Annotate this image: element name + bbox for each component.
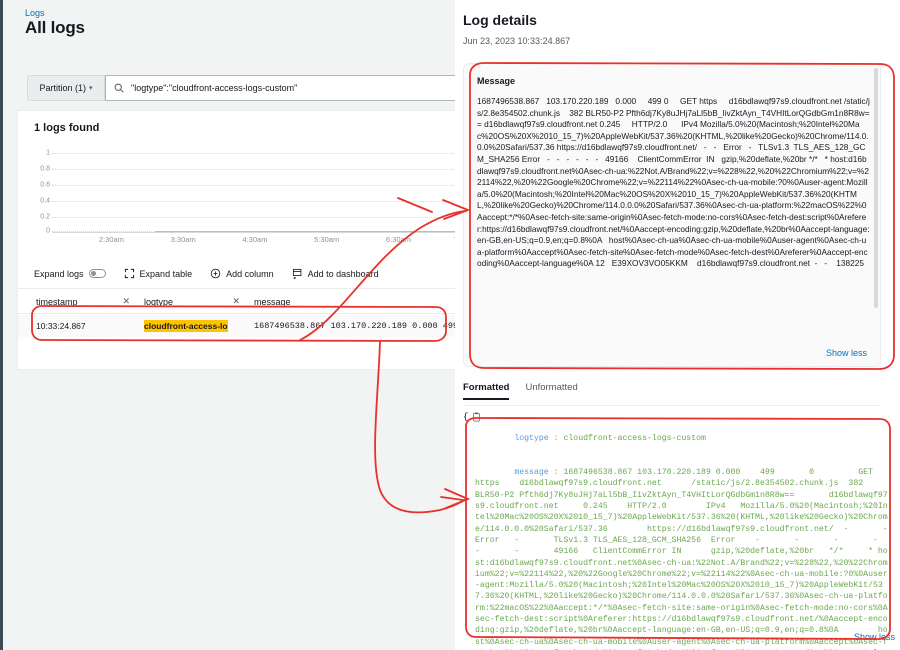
column-header-logtype[interactable]: logtype ✕ bbox=[136, 290, 246, 313]
json-open-brace: { bbox=[463, 412, 468, 422]
chart-y-axis: 1 0.8 0.6 0.4 0.2 0 bbox=[32, 149, 50, 233]
message-scrollbar-thumb[interactable] bbox=[874, 68, 878, 308]
json-value: 1687496538.867 103.170.220.189 0.000 499… bbox=[475, 468, 900, 650]
clipboard-icon[interactable] bbox=[472, 412, 481, 422]
chart-ytick: 0.4 bbox=[40, 198, 50, 205]
expand-icon bbox=[124, 268, 135, 279]
json-open-brace-row: { bbox=[463, 412, 888, 422]
details-tabs: Formatted Unformatted bbox=[463, 382, 881, 406]
chart-xtick: 2:30am bbox=[99, 235, 124, 244]
filter-bar: Partition (1) ▾ "logtype":"cloudfront-ac… bbox=[17, 75, 455, 101]
remove-column-icon[interactable]: ✕ bbox=[122, 296, 130, 307]
plus-circle-icon bbox=[210, 268, 221, 279]
page-title: All logs bbox=[25, 18, 85, 38]
logs-histogram-chart: 1 0.8 0.6 0.4 0.2 0 bbox=[32, 149, 455, 247]
message-body: 1687496538.867 103.170.220.189 0.000 499… bbox=[477, 96, 870, 270]
message-label: Message bbox=[477, 76, 515, 86]
chart-plot-area bbox=[52, 149, 455, 233]
logs-left-panel: Logs All logs Partition (1) ▾ "logtype":… bbox=[0, 0, 455, 650]
chart-xtick: 5:30am bbox=[314, 235, 339, 244]
add-column-button[interactable]: Add column bbox=[210, 268, 274, 279]
add-to-dashboard-button[interactable]: Add to dashboard bbox=[292, 268, 379, 279]
toggle-switch-icon[interactable] bbox=[89, 269, 106, 278]
chart-ytick: 1 bbox=[46, 150, 50, 157]
cell-message: 1687496538.867 103.170.220.189 0.000 499… bbox=[246, 315, 455, 337]
json-separator: : bbox=[549, 468, 564, 477]
dashboard-add-icon bbox=[292, 268, 303, 279]
chart-xtick: 6:30am bbox=[386, 235, 411, 244]
column-header-label: logtype bbox=[144, 297, 173, 307]
tab-formatted[interactable]: Formatted bbox=[463, 382, 509, 399]
search-icon bbox=[114, 83, 124, 93]
log-details-title: Log details bbox=[463, 12, 537, 28]
chart-series-line bbox=[155, 231, 456, 233]
expand-table-label: Expand table bbox=[140, 269, 193, 279]
cell-logtype: cloudfront-access-lo bbox=[136, 315, 246, 337]
log-details-timestamp: Jun 23, 2023 10:33:24.867 bbox=[463, 36, 570, 46]
chart-ytick: 0 bbox=[46, 228, 50, 235]
search-input[interactable]: "logtype":"cloudfront-access-logs-custom… bbox=[105, 75, 455, 101]
log-details-panel: Log details Jun 23, 2023 10:33:24.867 Me… bbox=[455, 0, 900, 650]
chart-x-axis-line bbox=[52, 232, 455, 233]
chart-gridline bbox=[52, 153, 455, 154]
breadcrumb[interactable]: Logs bbox=[25, 8, 45, 18]
column-header-label: message bbox=[254, 297, 291, 307]
json-key: message bbox=[514, 468, 548, 477]
json-value: cloudfront-access-logs-custom bbox=[563, 434, 706, 443]
chart-ytick: 0.8 bbox=[40, 166, 50, 173]
chart-x-axis: 2:30am 3:30am 4:30am 5:30am 6:30am 7:30a… bbox=[52, 235, 455, 247]
chart-xtick: 3:30am bbox=[171, 235, 196, 244]
json-viewer: { logtype : cloudfront-access-logs-custo… bbox=[463, 412, 888, 650]
search-query-value: "logtype":"cloudfront-access-logs-custom… bbox=[131, 83, 297, 93]
logs-results-card: 1 logs found 1 0.8 0.6 0.4 0.2 0 bbox=[17, 110, 455, 370]
results-toolbar: Expand logs Expand table Add column bbox=[18, 259, 455, 289]
table-row[interactable]: 10:33:24.867 cloudfront-access-lo 168749… bbox=[18, 315, 455, 337]
chart-ytick: 0.6 bbox=[40, 182, 50, 189]
json-key: logtype bbox=[514, 434, 548, 443]
column-header-label: timestamp bbox=[36, 297, 78, 307]
expand-logs-toggle[interactable]: Expand logs bbox=[34, 269, 106, 279]
json-field-logtype: logtype : cloudfront-access-logs-custom bbox=[463, 422, 888, 456]
cell-timestamp: 10:33:24.867 bbox=[18, 315, 136, 337]
add-column-label: Add column bbox=[226, 269, 274, 279]
chart-gridline bbox=[52, 201, 455, 202]
chevron-down-icon: ▾ bbox=[89, 84, 93, 92]
show-less-link-json[interactable]: Show less bbox=[854, 632, 895, 642]
tab-unformatted[interactable]: Unformatted bbox=[525, 382, 577, 399]
json-separator: : bbox=[549, 434, 564, 443]
message-scrollbar[interactable] bbox=[874, 68, 878, 364]
chart-ytick: 0.2 bbox=[40, 214, 50, 221]
chart-gridline bbox=[52, 169, 455, 170]
expand-table-button[interactable]: Expand table bbox=[124, 268, 193, 279]
logtype-highlight: cloudfront-access-lo bbox=[144, 320, 228, 332]
column-header-message[interactable]: message bbox=[246, 290, 455, 313]
results-table-header: timestamp ✕ logtype ✕ message bbox=[18, 290, 455, 314]
partition-label: Partition (1) bbox=[39, 83, 86, 93]
expand-logs-label: Expand logs bbox=[34, 269, 84, 279]
add-to-dashboard-label: Add to dashboard bbox=[308, 269, 379, 279]
chart-xtick: 4:30am bbox=[242, 235, 267, 244]
message-card: Message 1687496538.867 103.170.220.189 0… bbox=[463, 63, 881, 367]
chart-gridline bbox=[52, 217, 455, 218]
column-header-timestamp[interactable]: timestamp ✕ bbox=[18, 290, 136, 313]
show-less-link[interactable]: Show less bbox=[826, 348, 867, 358]
json-field-message: message : 1687496538.867 103.170.220.189… bbox=[463, 456, 888, 650]
logs-found-count: 1 logs found bbox=[34, 122, 99, 134]
chart-gridline bbox=[52, 185, 455, 186]
partition-dropdown[interactable]: Partition (1) ▾ bbox=[27, 75, 105, 101]
remove-column-icon[interactable]: ✕ bbox=[232, 296, 240, 307]
